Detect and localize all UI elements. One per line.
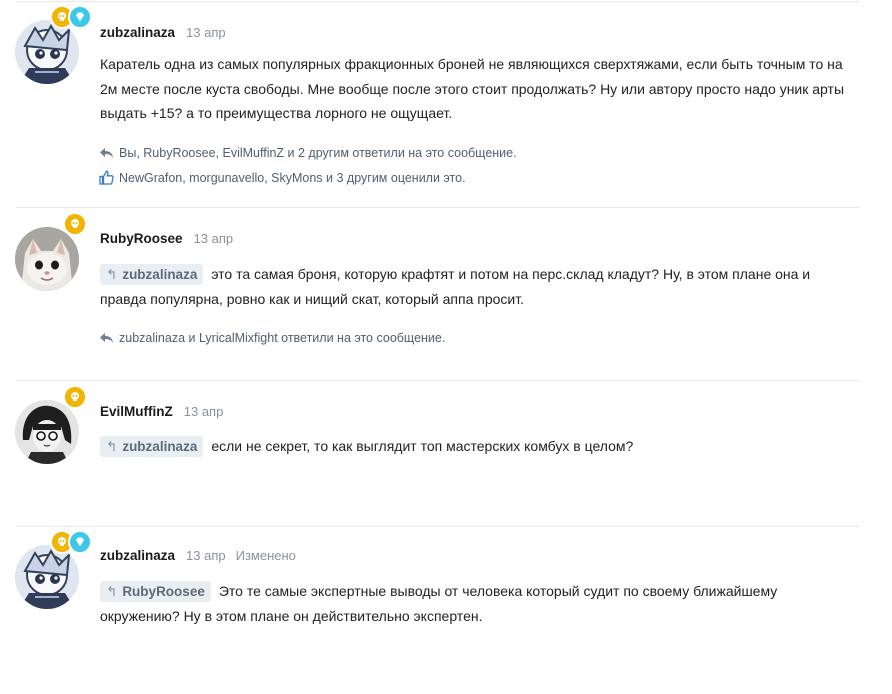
reply-arrow-icon: ↰ [106,439,118,454]
diamond-badge-icon [68,530,92,554]
comment-date[interactable]: 13 апр [186,548,226,563]
reply-arrow-icon: ↰ [106,267,118,282]
quote-mention[interactable]: ↰ RubyRoosee [100,581,211,602]
comment-text: ↰ zubzalinaza если не секрет, то как выгля… [100,434,860,459]
author-name[interactable]: EvilMuffinZ [100,404,173,419]
avatar[interactable] [15,212,87,291]
comment-date[interactable]: 13 апр [186,25,226,40]
comment-text: ↰ zubzalinaza это та самая броня, которую … [100,264,811,307]
thumbs-up-icon [99,170,114,185]
comment-divider [16,380,860,381]
comment-text: ↰ RubyRoosee Это те самые экспертные вывод… [100,581,778,624]
avatar[interactable] [15,530,92,609]
quote-mention[interactable]: ↰ zubzalinaza [100,436,204,457]
author-name[interactable]: zubzalinaza [100,548,175,563]
avatar[interactable] [15,385,87,464]
diamond-badge-icon [68,5,92,29]
comment-divider [16,207,860,208]
comment-date[interactable]: 13 апр [184,404,224,419]
reply-icon [100,333,113,343]
quote-mention[interactable]: ↰ zubzalinaza [100,264,204,285]
author-name[interactable]: RubyRoosee [100,231,183,246]
skull-badge-icon [63,212,87,236]
reply-arrow-icon: ↰ [106,584,118,599]
edited-label[interactable]: Изменено [236,548,296,563]
avatar[interactable] [15,5,92,84]
replies-info[interactable]: Вы, RubyRoosee, EvilMuffinZ и 2 другим о… [99,146,517,160]
replies-info[interactable]: zubzalinaza и LyricalMixfight ответили н… [99,331,445,345]
likes-info[interactable]: NewGrafon, morgunavello, SkyMons и 3 дру… [99,170,466,185]
top-divider [16,1,860,2]
author-name[interactable]: zubzalinaza [100,25,175,40]
reply-icon [100,148,113,158]
skull-badge-icon [63,385,87,409]
comment-divider [16,526,860,527]
comment-text: Каратель одна из самых популярных фракци… [100,56,845,121]
comment-date[interactable]: 13 апр [194,231,234,246]
